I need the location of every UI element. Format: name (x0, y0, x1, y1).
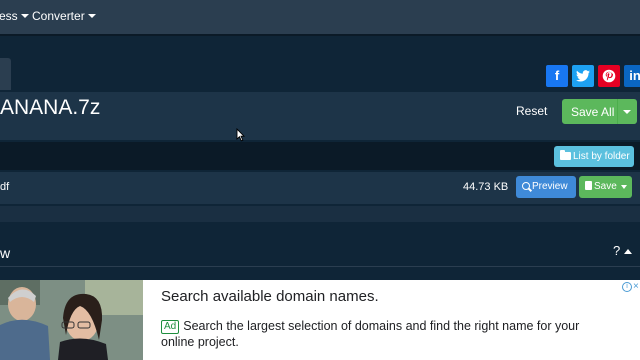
linkedin-icon: in (629, 68, 640, 83)
close-icon[interactable]: × (633, 281, 639, 292)
linkedin-share-button[interactable]: in (624, 65, 640, 87)
section-divider (0, 266, 640, 267)
nav-item-label: Converter (32, 9, 85, 23)
ad-badge: Ad (161, 320, 180, 334)
chevron-down-icon (20, 14, 29, 18)
save-label: Save (594, 181, 617, 192)
pinterest-share-button[interactable] (598, 65, 620, 87)
list-by-folder-label: List by folder (573, 151, 630, 162)
ad-description: Ad Search the largest selection of domain… (161, 318, 601, 350)
help-icon[interactable]: ? (613, 243, 620, 258)
chevron-down-icon[interactable] (623, 110, 631, 114)
save-all-label: Save All (571, 105, 615, 119)
advertisement-banner[interactable]: Search available domain names. Ad Search … (0, 280, 640, 360)
facebook-icon: f (554, 68, 560, 83)
chevron-down-icon (621, 185, 627, 189)
preview-button[interactable]: Preview (516, 176, 576, 198)
save-file-button[interactable]: Save (579, 176, 632, 198)
nav-item-partial-dropdown[interactable]: ess (0, 9, 29, 23)
preview-label: Preview (532, 181, 568, 192)
chevron-down-icon (87, 14, 96, 18)
file-name[interactable]: df (0, 181, 9, 193)
section-title: w (0, 245, 11, 261)
twitter-share-button[interactable] (572, 65, 594, 87)
ad-headline[interactable]: Search available domain names. (161, 288, 379, 305)
archive-title: ANANA.7z (0, 96, 101, 119)
pinterest-icon (602, 69, 616, 83)
file-list-footer (0, 206, 640, 222)
save-all-button[interactable]: Save All (562, 99, 637, 124)
twitter-icon (576, 70, 590, 82)
facebook-share-button[interactable]: f (546, 65, 568, 87)
reset-button[interactable]: Reset (516, 104, 547, 118)
folder-open-icon (560, 150, 571, 160)
ad-description-text: Search the largest selection of domains … (161, 319, 580, 349)
navbar-divider (0, 34, 640, 36)
nav-item-converter-dropdown[interactable]: Converter (32, 9, 96, 23)
list-by-folder-button[interactable]: List by folder (554, 146, 634, 167)
split-divider (617, 99, 618, 124)
ad-photo-people (0, 280, 143, 360)
ad-info-icon[interactable]: i (622, 282, 632, 292)
tab-partial[interactable] (0, 58, 11, 90)
search-icon (522, 182, 530, 190)
file-list-toolbar (0, 142, 640, 170)
nav-item-label: ess (0, 9, 18, 23)
ad-image[interactable] (0, 280, 143, 360)
file-icon (585, 181, 592, 190)
file-size: 44.73 KB (463, 181, 509, 193)
top-navbar: ess Converter (0, 0, 640, 34)
chevron-up-icon[interactable] (624, 249, 632, 254)
mouse-cursor-icon (236, 128, 245, 142)
